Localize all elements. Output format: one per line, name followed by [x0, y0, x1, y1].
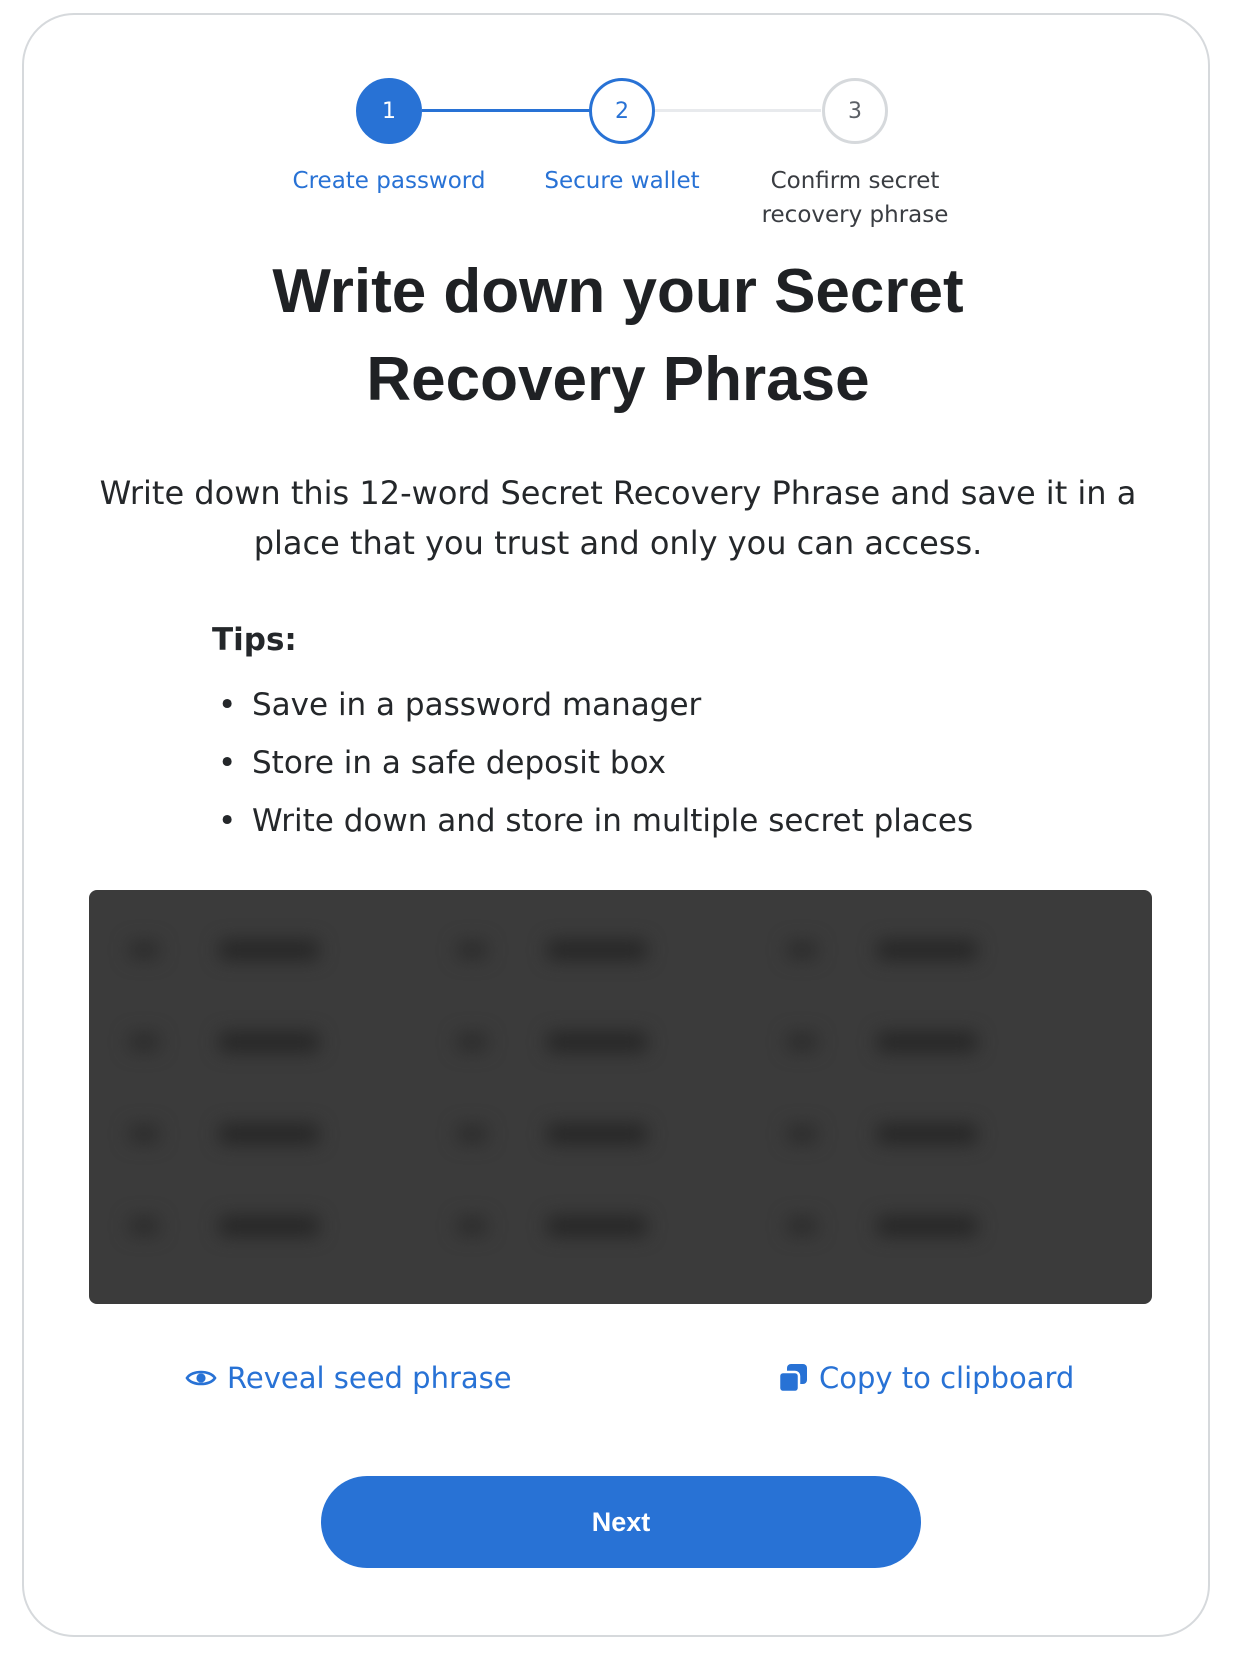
tip-item: • Store in a safe deposit box	[212, 734, 1112, 792]
tips-list: • Save in a password manager • Store in a …	[212, 676, 1112, 850]
seed-word-number-placeholder	[787, 1033, 817, 1051]
seed-word-placeholder	[787, 940, 977, 960]
seed-word-number-placeholder	[787, 1217, 817, 1235]
seed-word-placeholder	[129, 940, 319, 960]
seed-word-text-placeholder	[547, 1032, 647, 1052]
seed-word-number-placeholder	[457, 1217, 487, 1235]
page-title-line-1: Write down your Secret	[272, 257, 964, 326]
page-title-line-2: Recovery Phrase	[366, 345, 870, 414]
seed-phrase-box[interactable]	[89, 890, 1152, 1304]
description: Write down this 12-word Secret Recovery …	[80, 468, 1156, 568]
copy-icon	[775, 1360, 811, 1396]
seed-word-placeholder	[787, 1032, 977, 1052]
tips-section: Tips: • Save in a password manager • Store…	[212, 618, 1112, 850]
seed-word-text-placeholder	[877, 1216, 977, 1236]
step-1-circle: 1	[356, 78, 422, 144]
step-3-circle: 3	[822, 78, 888, 144]
seed-word-text-placeholder	[219, 940, 319, 960]
stepper-line-complete	[422, 109, 590, 112]
tip-item: • Save in a password manager	[212, 676, 1112, 734]
seed-word-number-placeholder	[787, 941, 817, 959]
tip-text: Save in a password manager	[252, 687, 702, 723]
seed-word-text-placeholder	[877, 1124, 977, 1144]
step-1-number: 1	[382, 98, 396, 124]
seed-word-placeholder	[457, 940, 647, 960]
stepper-line-pending	[655, 109, 821, 112]
seed-word-placeholder	[457, 1216, 647, 1236]
step-1-label: Create password	[292, 168, 486, 194]
progress-stepper: 1 2 3 Create password Secure wallet Conf…	[0, 0, 1236, 240]
seed-word-placeholder	[457, 1032, 647, 1052]
seed-word-text-placeholder	[877, 940, 977, 960]
seed-word-text-placeholder	[547, 1216, 647, 1236]
tips-title: Tips:	[212, 622, 297, 658]
step-2-circle: 2	[589, 78, 655, 144]
seed-word-placeholder	[787, 1216, 977, 1236]
seed-word-placeholder	[129, 1216, 319, 1236]
description-line-2: place that you trust and only you can ac…	[253, 524, 983, 562]
seed-word-text-placeholder	[877, 1032, 977, 1052]
seed-word-number-placeholder	[457, 941, 487, 959]
step-3-label: Confirm secret recovery phrase	[735, 164, 975, 232]
seed-word-number-placeholder	[457, 1125, 487, 1143]
reveal-seed-phrase-link[interactable]: Reveal seed phrase	[183, 1360, 512, 1396]
next-button[interactable]: Next	[321, 1476, 921, 1568]
step-3-label-line-2: recovery phrase	[761, 202, 949, 228]
seed-word-number-placeholder	[129, 1033, 159, 1051]
seed-word-text-placeholder	[219, 1216, 319, 1236]
seed-word-placeholder	[129, 1032, 319, 1052]
seed-word-number-placeholder	[457, 1033, 487, 1051]
bullet-icon: •	[218, 803, 237, 839]
seed-word-number-placeholder	[129, 1217, 159, 1235]
step-3-label-line-1: Confirm secret	[770, 168, 940, 194]
copy-to-clipboard-link[interactable]: Copy to clipboard	[775, 1360, 1074, 1396]
seed-word-number-placeholder	[129, 941, 159, 959]
step-2-number: 2	[615, 98, 629, 124]
seed-word-text-placeholder	[547, 1124, 647, 1144]
seed-word-placeholder	[129, 1124, 319, 1144]
blurred-seed-grid	[89, 890, 1152, 1304]
copy-to-clipboard-label: Copy to clipboard	[819, 1361, 1075, 1395]
step-3-number: 3	[848, 98, 862, 124]
reveal-seed-phrase-label: Reveal seed phrase	[227, 1361, 512, 1395]
seed-word-number-placeholder	[129, 1125, 159, 1143]
seed-word-text-placeholder	[219, 1032, 319, 1052]
seed-word-number-placeholder	[787, 1125, 817, 1143]
seed-word-text-placeholder	[219, 1124, 319, 1144]
step-2-label: Secure wallet	[544, 168, 700, 194]
description-line-1: Write down this 12-word Secret Recovery …	[99, 474, 1137, 512]
seed-word-placeholder	[787, 1124, 977, 1144]
bullet-icon: •	[218, 745, 237, 781]
seed-word-text-placeholder	[547, 940, 647, 960]
tip-item: • Write down and store in multiple secret…	[212, 792, 1112, 850]
tip-text: Store in a safe deposit box	[252, 745, 666, 781]
bullet-icon: •	[218, 687, 237, 723]
tip-text: Write down and store in multiple secret …	[252, 803, 974, 839]
seed-word-placeholder	[457, 1124, 647, 1144]
eye-icon	[183, 1360, 219, 1396]
page-title: Write down your Secret Recovery Phrase	[120, 248, 1116, 424]
